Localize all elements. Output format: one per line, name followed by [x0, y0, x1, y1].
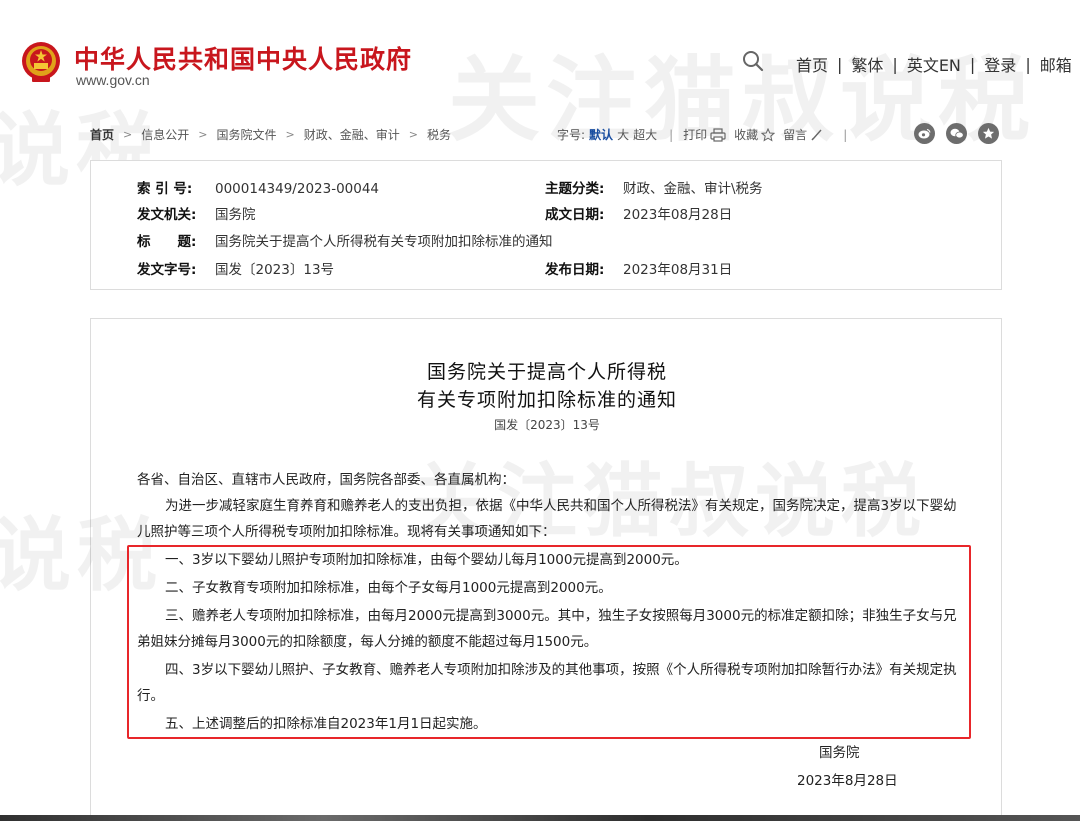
nav-separator: | [837, 54, 843, 74]
top-nav: 首页 | 繁体 | 英文EN | 登录 | 邮箱 [796, 52, 1072, 76]
info-issuer-value: 国务院 [215, 207, 256, 223]
print-label: 打印 [683, 128, 708, 142]
pencil-icon [811, 129, 822, 141]
nav-traditional[interactable]: 繁体 [851, 52, 883, 76]
info-created: 成文日期: 2023年08月28日 [545, 203, 732, 223]
site-header: 中华人民共和国中央人民政府 www.gov.cn 首页 | 繁体 | 英文EN … [0, 0, 1080, 112]
nav-english[interactable]: 英文EN [907, 52, 961, 76]
breadcrumb: 首页 > 信息公开 > 国务院文件 > 财政、金融、审计 > 税务 [90, 126, 451, 143]
print-icon [710, 127, 726, 142]
article-salutation: 各省、自治区、直辖市人民政府，国务院各部委、各直属机构： [137, 472, 515, 488]
info-created-value: 2023年08月28日 [623, 207, 733, 223]
article-signer: 国务院 [819, 745, 860, 761]
toolbar-separator: | [669, 127, 674, 142]
article-title-line-1: 国务院关于提高个人所得税 [426, 361, 667, 383]
info-title: 标 题: 国务院关于提高个人所得税有关专项附加扣除标准的通知 [137, 230, 553, 250]
comment-label: 留言 [783, 128, 808, 142]
star-icon [761, 127, 776, 142]
bottom-edge [0, 815, 1080, 821]
info-title-label: 标 题: [137, 234, 197, 250]
site-url: www.gov.cn [76, 72, 150, 88]
breadcrumb-arrow: > [198, 128, 208, 141]
breadcrumb-finance[interactable]: 财政、金融、审计 [304, 126, 400, 143]
nav-home[interactable]: 首页 [796, 52, 828, 76]
info-issuer-label: 发文机关: [137, 207, 197, 223]
article-title-line-2: 有关专项附加扣除标准的通知 [416, 389, 677, 411]
article-toolbar: 字号: 默认 大 超大 | 打印 收藏 留言 | [557, 126, 857, 143]
breadcrumb-arrow: > [285, 128, 295, 141]
breadcrumb-tax[interactable]: 税务 [427, 126, 451, 143]
breadcrumb-arrow: > [408, 128, 418, 141]
toolbar-separator: | [843, 127, 848, 142]
info-index-no: 索 引 号: 000014349/2023-00044 [137, 177, 379, 197]
nav-separator: | [969, 54, 976, 74]
document-info-box: 索 引 号: 000014349/2023-00044 主题分类: 财政、金融、审计… [90, 160, 1002, 290]
comment-button[interactable]: 留言 [783, 126, 823, 143]
font-size-label: 字号: [557, 128, 586, 142]
nav-login[interactable]: 登录 [984, 52, 1016, 76]
info-topic-label: 主题分类: [545, 181, 605, 197]
info-doc-no: 发文字号: 国发〔2023〕13号 [137, 258, 334, 278]
info-title-value: 国务院关于提高个人所得税有关专项附加扣除标准的通知 [215, 234, 553, 250]
national-emblem-icon [22, 42, 60, 82]
breadcrumb-info-public[interactable]: 信息公开 [141, 126, 189, 143]
info-issuer: 发文机关: 国务院 [137, 203, 256, 223]
share-icons [914, 123, 1010, 144]
site-title[interactable]: 中华人民共和国中央人民政府 [74, 40, 412, 76]
info-published-label: 发布日期: [545, 262, 605, 278]
info-doc-no-value: 国发〔2023〕13号 [215, 262, 335, 278]
breadcrumb-state-council-docs[interactable]: 国务院文件 [216, 126, 276, 143]
info-index-no-label: 索 引 号: [137, 181, 193, 197]
article-sign-date: 2023年8月28日 [797, 773, 898, 789]
article-item-5: 五、上述调整后的扣除标准自2023年1月1日起实施。 [165, 716, 487, 732]
nav-separator: | [1025, 54, 1031, 74]
nav-separator: | [892, 54, 898, 74]
article-body: 关注猫叔说税 说税 国务院关于提高个人所得税 有关专项附加扣除标准的通知 国发〔… [0, 318, 1002, 821]
article-item-1: 一、3岁以下婴幼儿照护专项附加扣除标准，由每个婴幼儿每月1000元提高到2000… [165, 552, 688, 568]
info-published: 发布日期: 2023年08月31日 [545, 258, 732, 278]
print-button[interactable]: 打印 [683, 126, 726, 143]
article-item-3: 三、赡养老人专项附加扣除标准，由每月2000元提高到3000元。其中，独生子女按… [137, 608, 957, 650]
info-topic: 主题分类: 财政、金融、审计\税务 [545, 177, 763, 197]
breadcrumb-arrow: > [123, 128, 133, 141]
wechat-icon[interactable] [946, 123, 967, 144]
breadcrumb-bar: 首页 > 信息公开 > 国务院文件 > 财政、金融、审计 > 税务 字号: 默认… [90, 123, 1010, 145]
info-created-label: 成文日期: [545, 207, 605, 223]
font-size-large[interactable]: 大 [617, 126, 629, 143]
info-index-no-value: 000014349/2023-00044 [215, 181, 380, 197]
favorite-button[interactable]: 收藏 [734, 126, 776, 143]
search-icon[interactable] [742, 50, 764, 72]
article-item-2: 二、子女教育专项附加扣除标准，由每个子女每月1000元提高到2000元。 [165, 580, 612, 596]
breadcrumb-home[interactable]: 首页 [90, 126, 114, 143]
article-intro: 为进一步减轻家庭生育养育和赡养老人的支出负担，依据《中华人民共和国个人所得税法》… [137, 498, 957, 540]
nav-mail[interactable]: 邮箱 [1040, 52, 1072, 76]
info-topic-value: 财政、金融、审计\税务 [623, 181, 763, 197]
article-item-4: 四、3岁以下婴幼儿照护、子女教育、赡养老人专项附加扣除涉及的其他事项，按照《个人… [137, 662, 957, 704]
info-doc-no-label: 发文字号: [137, 262, 197, 278]
favorite-label: 收藏 [734, 128, 759, 142]
font-size-xlarge[interactable]: 超大 [633, 126, 657, 143]
favorite-star-icon[interactable] [978, 123, 999, 144]
article-doc-number: 国发〔2023〕13号 [494, 418, 600, 432]
weibo-icon[interactable] [914, 123, 935, 144]
info-published-value: 2023年08月31日 [623, 262, 733, 278]
font-size-default[interactable]: 默认 [589, 126, 613, 143]
